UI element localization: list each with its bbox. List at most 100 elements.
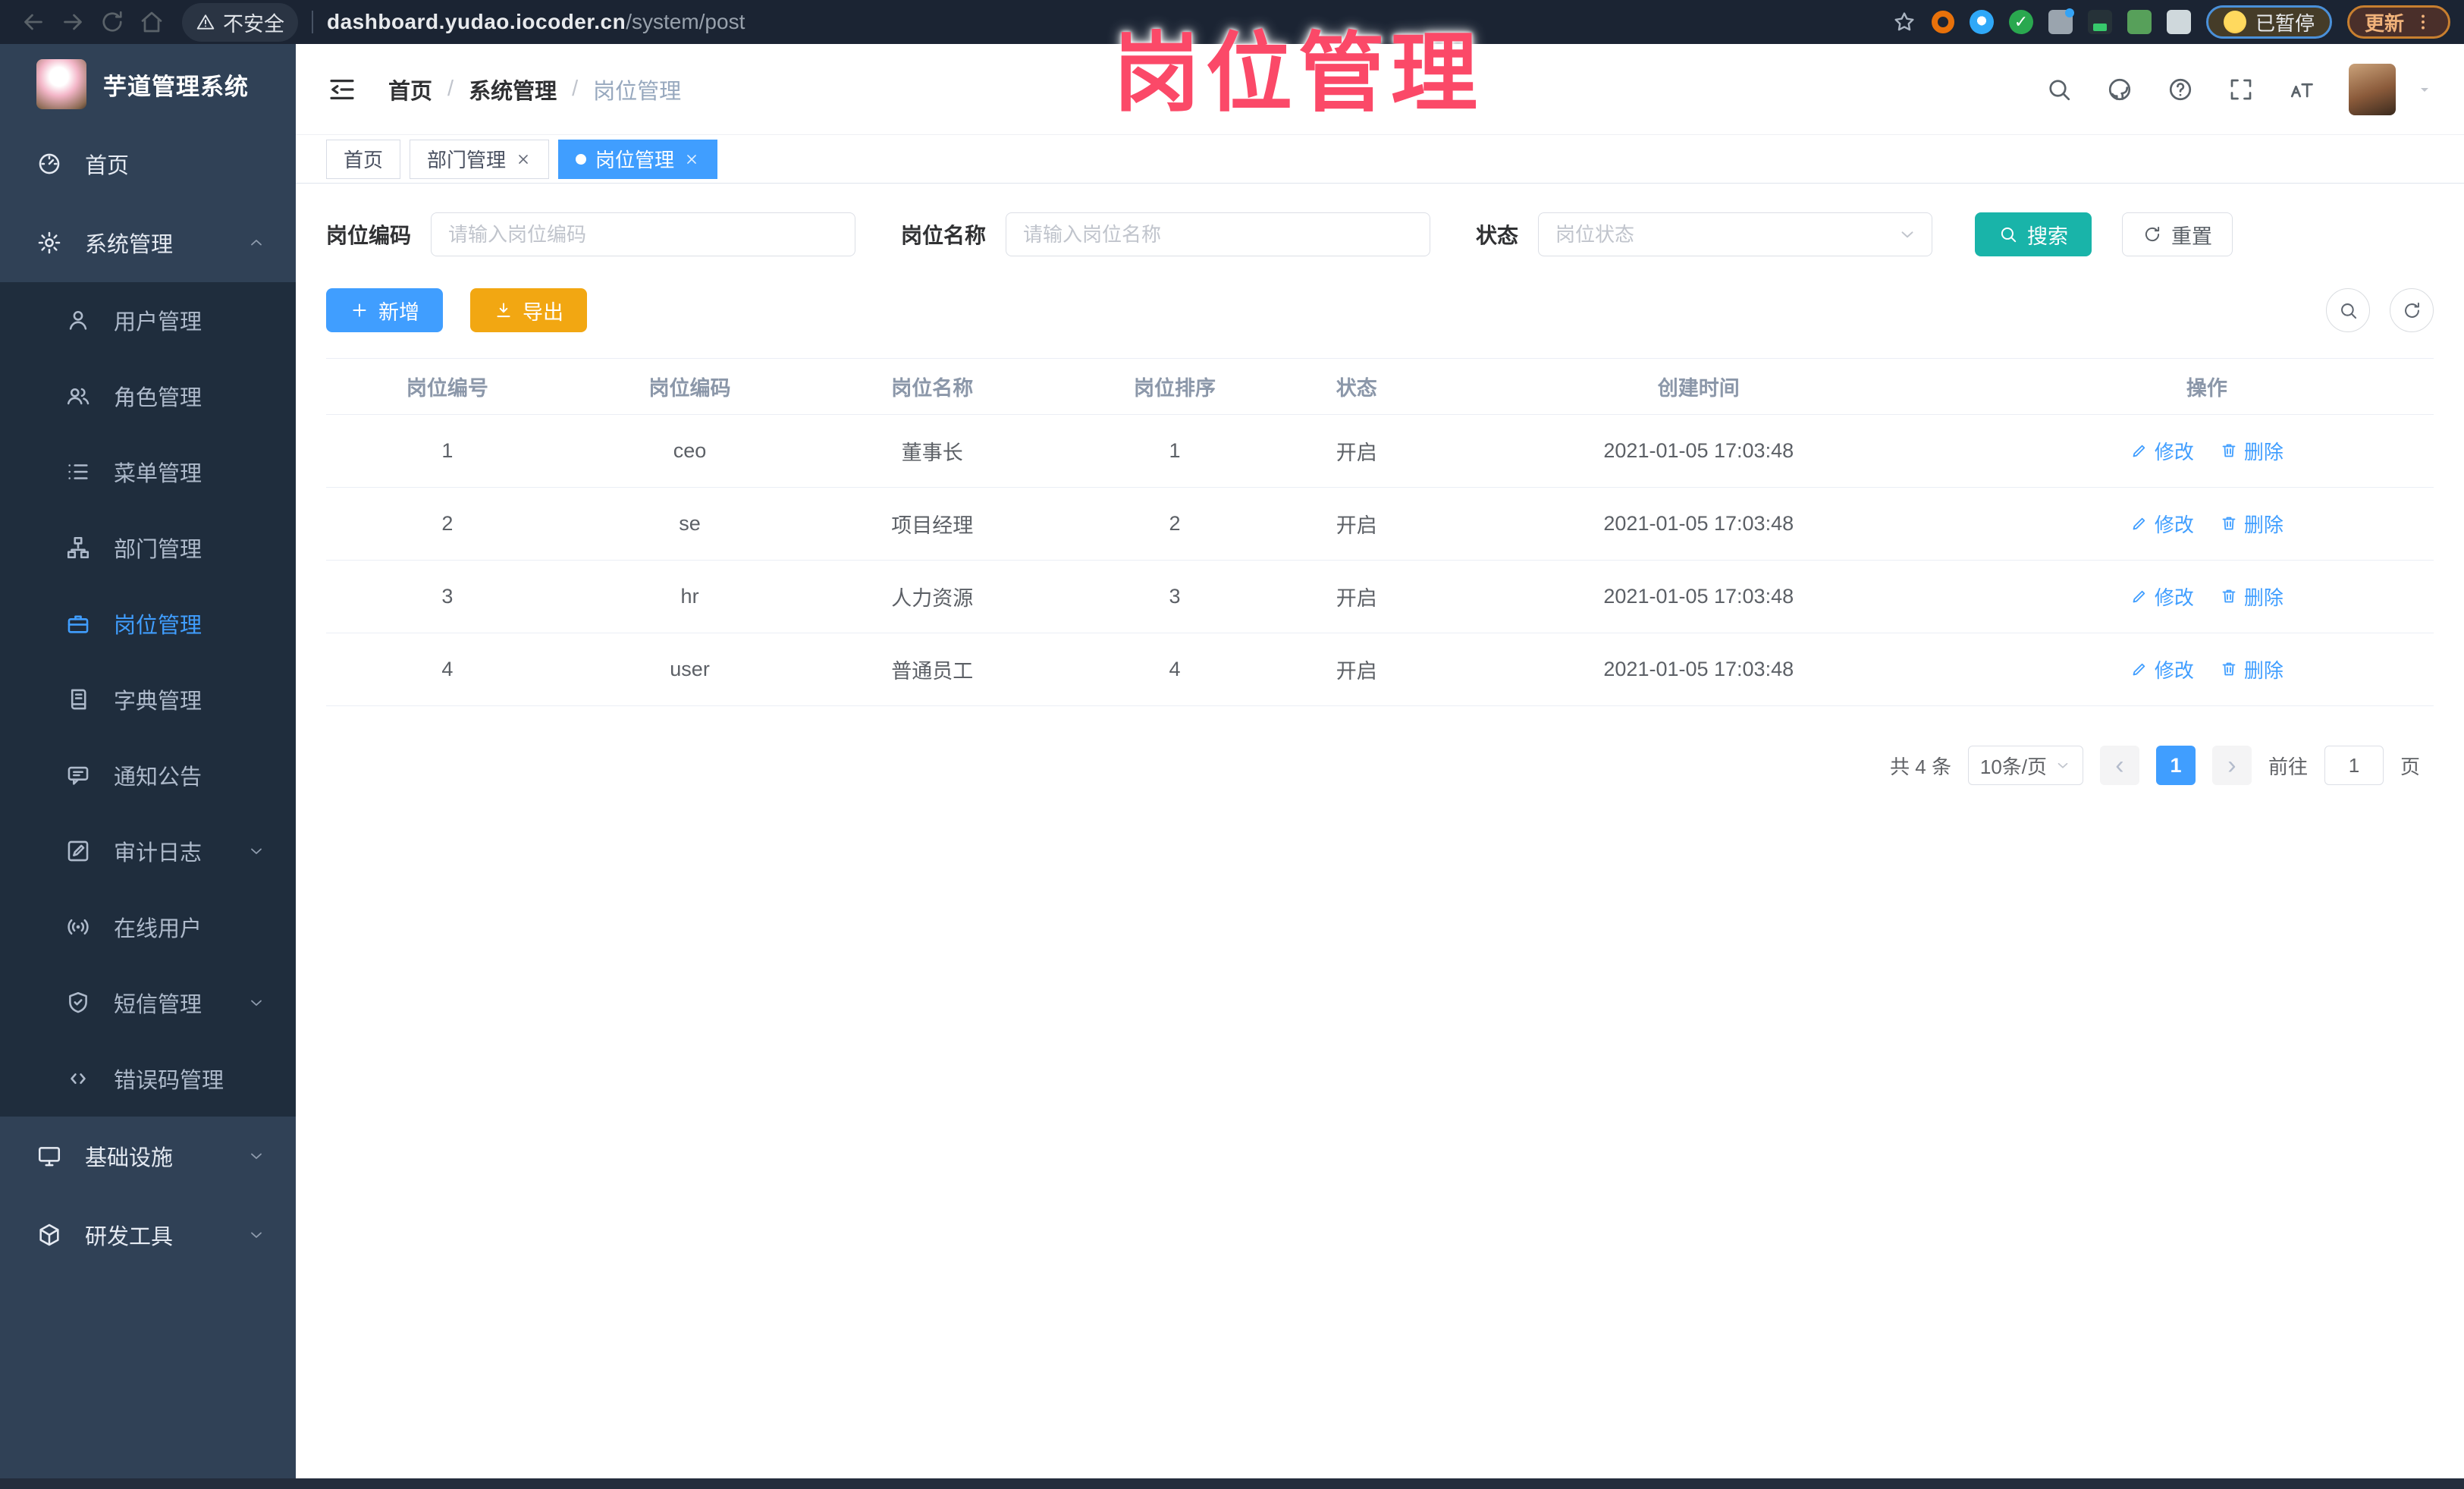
tab-home[interactable]: 首页 (326, 139, 401, 179)
edit-link[interactable]: 修改 (2130, 437, 2194, 465)
gear-icon (36, 230, 62, 256)
cell-sort: 2 (1053, 487, 1296, 561)
help-icon[interactable] (2167, 76, 2194, 103)
browser-reload-button[interactable] (93, 2, 132, 42)
delete-link[interactable]: 删除 (2220, 510, 2284, 538)
goto-page-input[interactable] (2324, 746, 2384, 785)
dictionary-icon (65, 686, 91, 712)
sidebar-item-roles[interactable]: 角色管理 (0, 358, 296, 434)
ext-blue-pin-icon[interactable] (1969, 10, 1994, 34)
refresh-icon (2402, 300, 2422, 321)
edit-pencil-icon (2130, 587, 2149, 605)
sidebar-item-users[interactable]: 用户管理 (0, 282, 296, 358)
breadcrumb-item-1[interactable]: 系统管理 (469, 74, 557, 105)
sidebar-item-dictionaries[interactable]: 字典管理 (0, 661, 296, 737)
browser-update-button[interactable]: 更新 (2346, 5, 2450, 39)
breadcrumb-item-0[interactable]: 首页 (388, 74, 432, 105)
tab-posts[interactable]: 岗位管理 (558, 139, 718, 179)
audit-log-icon (65, 838, 91, 864)
breadcrumb-separator: / (447, 77, 454, 101)
ext-puzzle-icon[interactable] (2166, 10, 2191, 34)
sidebar-item-error-codes[interactable]: 错误码管理 (0, 1041, 296, 1117)
delete-link[interactable]: 删除 (2220, 437, 2284, 465)
briefcase-icon (65, 611, 91, 636)
kebab-menu-icon[interactable] (2413, 12, 2433, 32)
sidebar-item-home[interactable]: 首页 (0, 124, 296, 203)
prev-page-button[interactable]: ‹ (2099, 746, 2139, 785)
edit-link[interactable]: 修改 (2130, 655, 2194, 683)
add-button[interactable]: 新增 (326, 288, 443, 332)
goto-label: 前往 (2268, 755, 2308, 778)
browser-home-button[interactable] (132, 2, 171, 42)
next-page-button[interactable]: › (2211, 746, 2252, 785)
toggle-search-button[interactable] (2326, 288, 2370, 332)
arrow-right-icon (59, 8, 86, 36)
security-chip[interactable]: 不安全 (182, 2, 298, 42)
refresh-table-button[interactable] (2390, 288, 2434, 332)
fullscreen-icon[interactable] (2227, 76, 2255, 103)
sidebar-item-departments[interactable]: 部门管理 (0, 510, 296, 586)
sidebar-item-posts[interactable]: 岗位管理 (0, 586, 296, 661)
status-select-input[interactable] (1538, 212, 1933, 256)
ext-dark-card-icon[interactable] (2087, 10, 2112, 34)
cell-status: 开启 (1295, 414, 1417, 488)
sidebar-item-system[interactable]: 系统管理 (0, 203, 296, 282)
browser-forward-button[interactable] (53, 2, 93, 42)
export-button[interactable]: 导出 (470, 288, 587, 332)
chevron-down-icon (247, 842, 265, 860)
screen-bottom-edge (0, 1478, 2464, 1489)
reset-button[interactable]: 重置 (2122, 212, 2233, 256)
close-icon[interactable] (683, 151, 700, 168)
status-select[interactable] (1538, 212, 1933, 256)
post-name-input[interactable] (1006, 212, 1431, 256)
ext-grid-icon[interactable] (2048, 8, 2074, 34)
app-logo-row[interactable]: 芋道管理系统 (0, 44, 296, 124)
ext-green-check-icon[interactable] (2008, 10, 2033, 34)
delete-link[interactable]: 删除 (2220, 583, 2284, 611)
post-code-input[interactable] (431, 212, 856, 256)
users-icon (65, 383, 91, 409)
browser-back-button[interactable] (14, 2, 53, 42)
sidebar-item-infrastructure[interactable]: 基础设施 (0, 1117, 296, 1195)
close-icon[interactable] (515, 151, 532, 168)
sidebar-item-menus[interactable]: 菜单管理 (0, 434, 296, 510)
tab-departments[interactable]: 部门管理 (410, 139, 550, 179)
edit-link[interactable]: 修改 (2130, 583, 2194, 611)
address-bar[interactable]: 不安全 dashboard.yudao.iocoder.cn /system/p… (182, 2, 1892, 42)
sidebar-item-sms[interactable]: 短信管理 (0, 965, 296, 1041)
sidebar-item-audit-logs[interactable]: 审计日志 (0, 813, 296, 889)
ext-orange-circle-icon[interactable] (1931, 11, 1954, 33)
github-icon[interactable] (2106, 76, 2133, 103)
sidebar-item-label: 角色管理 (114, 386, 202, 410)
cell-name: 项目经理 (811, 487, 1054, 561)
update-label: 更新 (2364, 11, 2404, 35)
sidebar-collapse-icon[interactable] (326, 74, 358, 105)
download-icon (494, 300, 513, 320)
cell-status: 开启 (1295, 633, 1417, 706)
edit-link[interactable]: 修改 (2130, 510, 2194, 538)
page-number-button[interactable]: 1 (2155, 746, 2196, 785)
active-tab-dot-icon (576, 153, 587, 165)
bookmark-star-icon[interactable] (1892, 10, 1916, 34)
sidebar-item-label: 在线用户 (114, 917, 202, 941)
sidebar-item-online-users[interactable]: 在线用户 (0, 889, 296, 965)
cell-created: 2021-01-05 17:03:48 (1417, 414, 1980, 488)
delete-link[interactable]: 删除 (2220, 655, 2284, 683)
plus-icon (350, 300, 369, 320)
magnifier-icon[interactable] (2045, 76, 2073, 103)
caret-down-icon[interactable] (2415, 80, 2434, 99)
ext-sprout-icon[interactable] (2127, 10, 2152, 34)
paused-extension-badge[interactable]: 已暂停 (2205, 5, 2332, 39)
sidebar: 芋道管理系统 首页 系统管理 用户管理角色管理菜单管理 部门管理 岗位管理 字典管理 通知公… (0, 44, 296, 1478)
page-size-select[interactable]: 10条/页 (1967, 746, 2083, 785)
font-size-icon[interactable] (2288, 76, 2315, 103)
user-avatar[interactable] (2349, 63, 2396, 115)
total-count: 共 4 条 (1890, 755, 1951, 778)
sidebar-item-announcements[interactable]: 通知公告 (0, 737, 296, 813)
infrastructure-icon (36, 1143, 62, 1169)
search-button[interactable]: 搜索 (1975, 212, 2092, 256)
table-row: 1 ceo 董事长 1 开启 2021-01-05 17:03:48 修改 删除 (326, 414, 2434, 488)
emoji-face-icon (2223, 11, 2246, 33)
sidebar-item-dev-tools[interactable]: 研发工具 (0, 1195, 296, 1274)
trash-icon (2220, 587, 2238, 605)
